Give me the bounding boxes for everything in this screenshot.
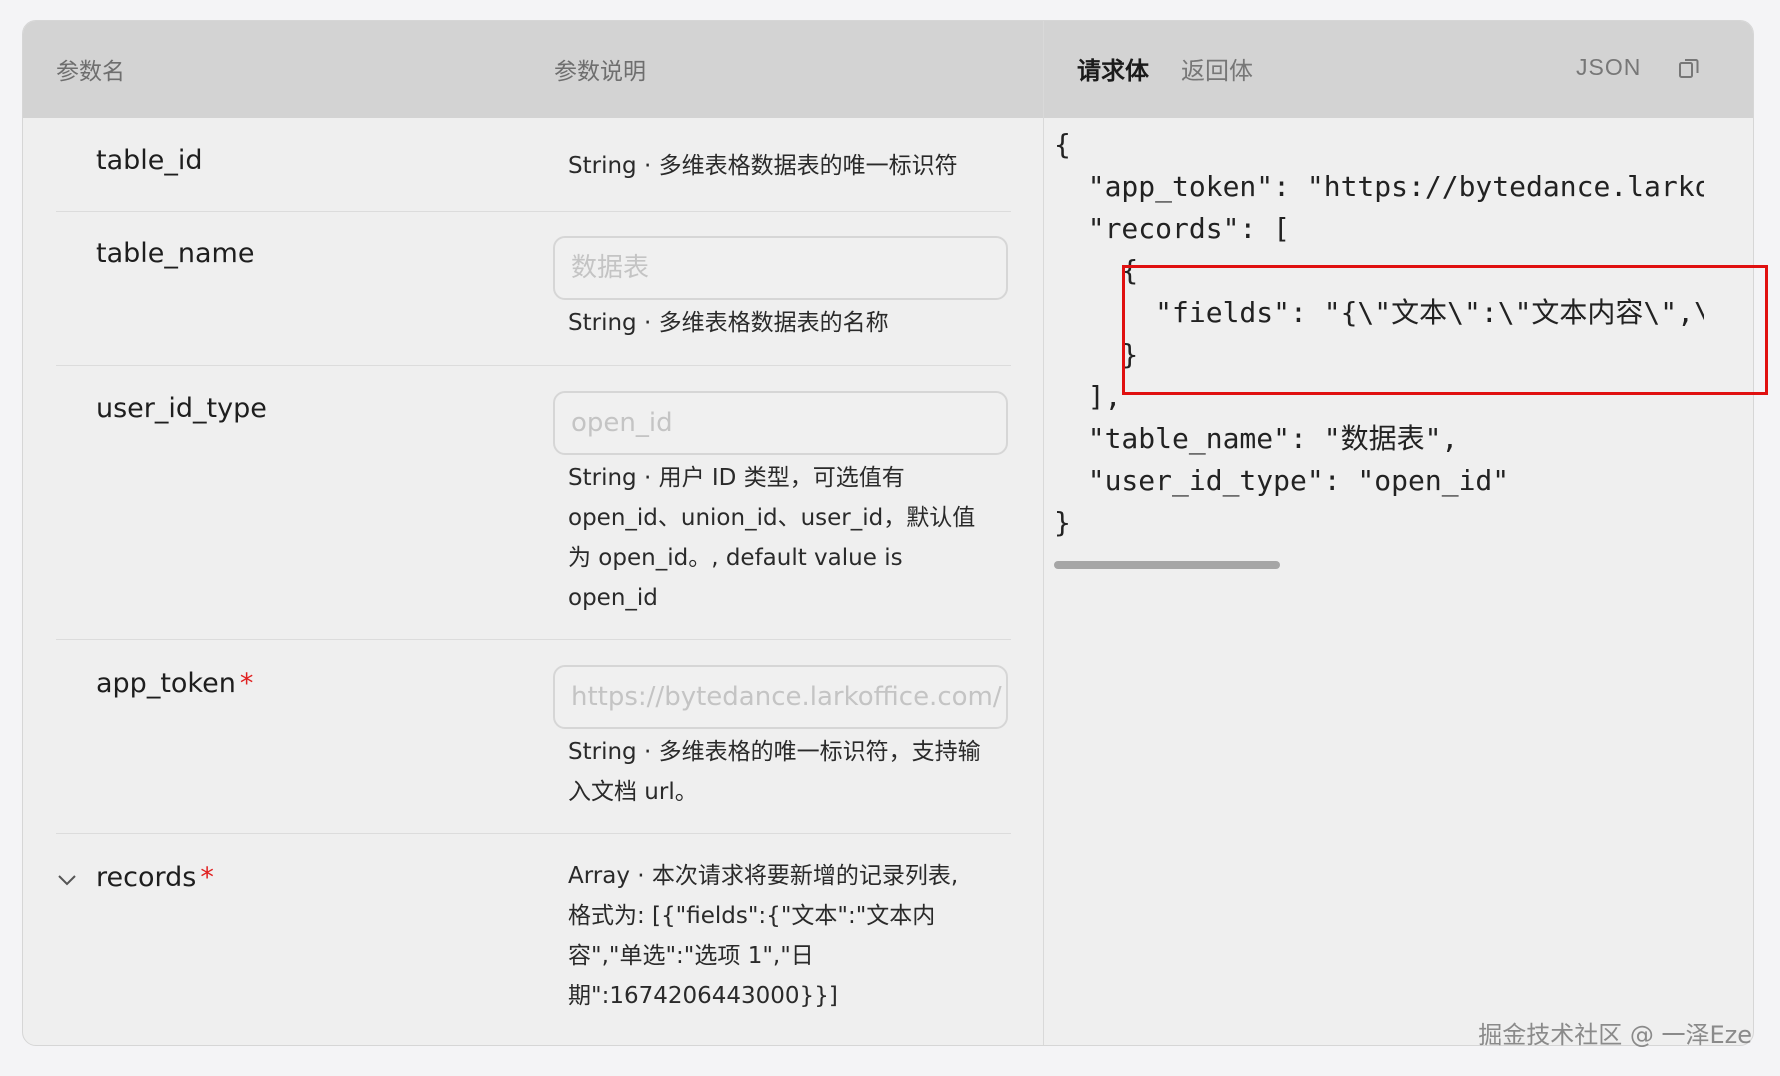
desc-line: open_id、union_id、user_id，默认值 [568, 505, 976, 531]
params-list: table_id String · 多维表格数据表的唯一标识符 table_na… [56, 118, 1011, 1034]
code-line: } [1054, 506, 1071, 539]
app-token-input[interactable]: https://bytedance.larkoffice.com/ [553, 665, 1008, 729]
param-name: records * [96, 862, 214, 893]
required-mark: * [200, 862, 214, 893]
desc-line: 格式为: [{"fields":{"文本":"文本内 [568, 903, 936, 929]
required-mark: * [239, 668, 254, 699]
desc-line: 为 open_id。, default value is [568, 545, 903, 571]
desc-line: Array · 本次请求将要新增的记录列表, [568, 863, 959, 889]
param-row-table-id: table_id String · 多维表格数据表的唯一标识符 [56, 118, 1011, 212]
desc-line: 入文档 url。 [568, 779, 698, 805]
param-description: Array · 本次请求将要新增的记录列表, 格式为: [{"fields":{… [568, 856, 998, 1016]
code-horizontal-scrollbar[interactable] [1054, 561, 1280, 569]
param-desc-header: 参数说明 [554, 59, 646, 85]
format-label[interactable]: JSON [1576, 54, 1641, 81]
chevron-down-icon[interactable] [56, 869, 78, 891]
code-line: "records": [ [1054, 212, 1291, 245]
param-name: app_token * [96, 668, 253, 699]
code-line: "user_id_type": "open_id" [1054, 464, 1510, 497]
param-row-app-token: app_token * https://bytedance.larkoffice.… [56, 640, 1011, 834]
param-name: user_id_type [96, 393, 267, 424]
param-name-text: app_token [96, 668, 236, 699]
param-row-user-id-type: user_id_type open_id String · 用户 ID 类型，可… [56, 366, 1011, 640]
desc-line: String · 多维表格的唯一标识符，支持输 [568, 739, 981, 765]
code-line: "table_name": "数据表", [1054, 422, 1459, 455]
annotation-highlight-box [1122, 265, 1768, 395]
param-row-records: records * Array · 本次请求将要新增的记录列表, 格式为: [{"… [56, 834, 1011, 1034]
desc-line: String · 用户 ID 类型，可选值有 [568, 465, 905, 491]
table-name-input[interactable]: 数据表 [553, 236, 1008, 300]
tab-request-body[interactable]: 请求体 [1077, 51, 1149, 86]
column-divider [1043, 21, 1044, 1045]
tab-response-body[interactable]: 返回体 [1181, 51, 1253, 86]
user-id-type-input[interactable]: open_id [553, 391, 1008, 455]
param-name-header: 参数名 [56, 59, 125, 85]
desc-line: 期":1674206443000}}] [568, 983, 838, 1009]
header-bar [23, 21, 1753, 118]
desc-line: 容","单选":"选项 1","日 [568, 943, 814, 969]
param-description: String · 多维表格数据表的唯一标识符 [568, 153, 958, 179]
watermark: 掘金技术社区 @ 一泽Eze [1478, 1021, 1752, 1049]
param-name: table_name [96, 238, 255, 269]
param-row-table-name: table_name 数据表 String · 多维表格数据表的名称 [56, 212, 1011, 366]
code-line: { [1054, 128, 1071, 161]
param-name: table_id [96, 145, 203, 176]
copy-icon[interactable] [1678, 56, 1700, 80]
param-name-text: records [96, 862, 197, 893]
desc-line: open_id [568, 585, 658, 611]
code-line: "app_token": "https://bytedance.larko [1054, 170, 1704, 203]
param-description: String · 用户 ID 类型，可选值有 open_id、union_id、… [568, 458, 998, 618]
param-description: String · 多维表格数据表的名称 [568, 310, 889, 336]
param-description: String · 多维表格的唯一标识符，支持输 入文档 url。 [568, 732, 998, 812]
